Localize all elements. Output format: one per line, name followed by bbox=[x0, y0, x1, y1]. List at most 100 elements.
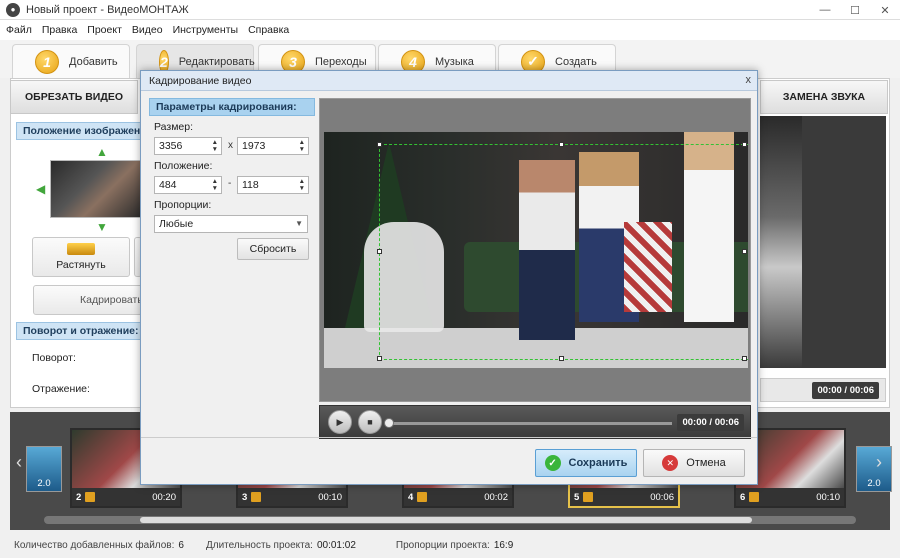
clip-duration: 00:10 bbox=[816, 491, 840, 503]
menu-tools[interactable]: Инструменты bbox=[173, 24, 238, 36]
window-title: Новый проект - ВидеоМОНТАЖ bbox=[26, 3, 189, 16]
timeline-prev-icon[interactable]: ‹ bbox=[16, 452, 22, 473]
spinner-arrows-icon[interactable]: ▲ ▼ bbox=[299, 178, 305, 192]
crop-dialog: Кадрирование видео x Параметры кадрирова… bbox=[140, 70, 758, 485]
spinner-arrows-icon[interactable]: ▲ ▼ bbox=[299, 139, 305, 153]
menu-edit[interactable]: Правка bbox=[42, 24, 77, 36]
menu-video[interactable]: Видео bbox=[132, 24, 163, 36]
arrow-left-icon[interactable]: ◀ bbox=[36, 182, 45, 196]
ratio-value: Любые bbox=[159, 218, 194, 230]
stop-icon[interactable]: ■ bbox=[358, 410, 382, 434]
preview-image bbox=[760, 116, 802, 368]
scrollbar-thumb[interactable] bbox=[140, 517, 752, 523]
clip-number: 6 bbox=[740, 491, 746, 503]
crop-handle[interactable] bbox=[742, 142, 747, 147]
crop-handle[interactable] bbox=[377, 249, 382, 254]
crop-handle[interactable] bbox=[559, 356, 564, 361]
player-time: 00:00 / 00:06 bbox=[677, 414, 744, 431]
spinner-arrows-icon[interactable]: ▲ ▼ bbox=[212, 178, 218, 192]
chevron-down-icon: ▼ bbox=[295, 219, 303, 228]
pencil-icon[interactable] bbox=[251, 492, 262, 502]
mirror-label: Отражение: bbox=[32, 383, 90, 395]
position-separator: - bbox=[228, 178, 232, 189]
rotate-label: Поворот: bbox=[32, 352, 76, 364]
preview-time: 00:00 / 00:06 bbox=[812, 381, 879, 399]
video-viewer bbox=[319, 98, 751, 402]
pos-x-input[interactable]: 484 ▲ ▼ bbox=[154, 176, 222, 194]
dialog-player: ▶ ■ 00:00 / 00:06 bbox=[319, 405, 751, 439]
timeline-clip-next[interactable]: 2.0 bbox=[856, 446, 892, 492]
width-input[interactable]: 3356 ▲ ▼ bbox=[154, 137, 222, 155]
app-icon: ● bbox=[6, 2, 20, 17]
aspect-label: Пропорции проекта: bbox=[395, 539, 490, 551]
tab-label: Переходы bbox=[315, 55, 367, 68]
tab-add[interactable]: 1 Добавить bbox=[12, 44, 130, 78]
arrow-up-icon[interactable]: ▲ bbox=[96, 145, 108, 159]
pencil-icon[interactable] bbox=[749, 492, 760, 502]
crop-frame[interactable] bbox=[379, 144, 748, 360]
clip-number: 4 bbox=[408, 491, 414, 503]
width-value: 3356 bbox=[159, 140, 183, 152]
clip-duration: 00:02 bbox=[484, 491, 508, 503]
check-icon: ✓ bbox=[544, 455, 561, 471]
title-bar: ● Новый проект - ВидеоМОНТАЖ — ☐ ✕ bbox=[0, 0, 900, 20]
step-number-icon: 1 bbox=[35, 49, 59, 74]
seek-bar[interactable] bbox=[384, 418, 672, 428]
crop-button[interactable]: Кадрировать bbox=[33, 285, 143, 315]
stretch-button[interactable]: Растянуть bbox=[32, 237, 130, 277]
rotate-header: Поворот и отражение: bbox=[16, 322, 146, 340]
ratio-select[interactable]: Любые ▼ bbox=[154, 215, 308, 233]
aspect-value: 16:9 bbox=[493, 539, 514, 551]
replace-sound-button[interactable]: ЗАМЕНА ЗВУКА bbox=[760, 80, 888, 114]
crop-handle[interactable] bbox=[377, 142, 382, 147]
menu-file[interactable]: Файл bbox=[6, 24, 32, 36]
position-header: Положение изображения bbox=[16, 122, 146, 140]
duration-value: 00:01:02 bbox=[316, 539, 356, 551]
pencil-icon[interactable] bbox=[85, 492, 96, 502]
close-window-button[interactable]: ✕ bbox=[870, 0, 900, 20]
minimize-button[interactable]: — bbox=[810, 0, 840, 20]
crop-handle[interactable] bbox=[742, 356, 747, 361]
clip-duration: 00:20 bbox=[152, 491, 176, 503]
clip-number: 2 bbox=[76, 491, 82, 503]
crop-handle[interactable] bbox=[559, 142, 564, 147]
clip-number: 5 bbox=[574, 491, 580, 503]
window-controls: — ☐ ✕ bbox=[810, 0, 900, 20]
size-label: Размер: bbox=[154, 121, 194, 133]
pencil-icon[interactable] bbox=[417, 492, 428, 502]
dialog-title: Кадрирование видео bbox=[141, 71, 757, 91]
menu-project[interactable]: Проект bbox=[87, 24, 122, 36]
timeline-clip-prev[interactable]: 2.0 bbox=[26, 446, 62, 492]
arrow-down-icon[interactable]: ▼ bbox=[96, 220, 108, 234]
trim-video-button[interactable]: ОБРЕЗАТЬ ВИДЕО bbox=[10, 80, 138, 114]
clip-number: 3 bbox=[242, 491, 248, 503]
pencil-icon[interactable] bbox=[583, 492, 594, 502]
save-button[interactable]: ✓ Сохранить bbox=[535, 449, 637, 477]
save-label: Сохранить bbox=[568, 457, 628, 469]
pos-y-input[interactable]: 118 ▲ ▼ bbox=[237, 176, 309, 194]
files-count-value: 6 bbox=[178, 539, 184, 551]
clip-duration: 00:10 bbox=[318, 491, 342, 503]
crop-params-header: Параметры кадрирования: bbox=[149, 98, 315, 116]
duration-label: Длительность проекта: bbox=[205, 539, 313, 551]
maximize-button[interactable]: ☐ bbox=[840, 0, 870, 20]
spinner-arrows-icon[interactable]: ▲ ▼ bbox=[212, 139, 218, 153]
timeline-next-icon[interactable]: › bbox=[876, 452, 882, 473]
pos-y-value: 118 bbox=[242, 179, 259, 191]
clip-duration: 00:06 bbox=[650, 491, 674, 503]
seek-knob[interactable] bbox=[384, 418, 394, 428]
size-separator: x bbox=[228, 140, 233, 151]
dialog-close-button[interactable]: x bbox=[746, 74, 752, 86]
play-icon[interactable]: ▶ bbox=[328, 410, 352, 434]
menu-help[interactable]: Справка bbox=[248, 24, 289, 36]
reset-button[interactable]: Сбросить bbox=[237, 238, 309, 260]
crop-handle[interactable] bbox=[377, 356, 382, 361]
cancel-button[interactable]: ✕ Отмена bbox=[643, 449, 745, 477]
height-input[interactable]: 1973 ▲ ▼ bbox=[237, 137, 309, 155]
files-count-label: Количество добавленных файлов: bbox=[14, 539, 175, 551]
timeline-scrollbar[interactable] bbox=[44, 516, 856, 524]
status-bar: Количество добавленных файлов: 6 Длитель… bbox=[0, 532, 900, 558]
crop-handle[interactable] bbox=[742, 249, 747, 254]
tab-label: Редактировать bbox=[178, 55, 255, 68]
ratio-label: Пропорции: bbox=[154, 199, 212, 211]
